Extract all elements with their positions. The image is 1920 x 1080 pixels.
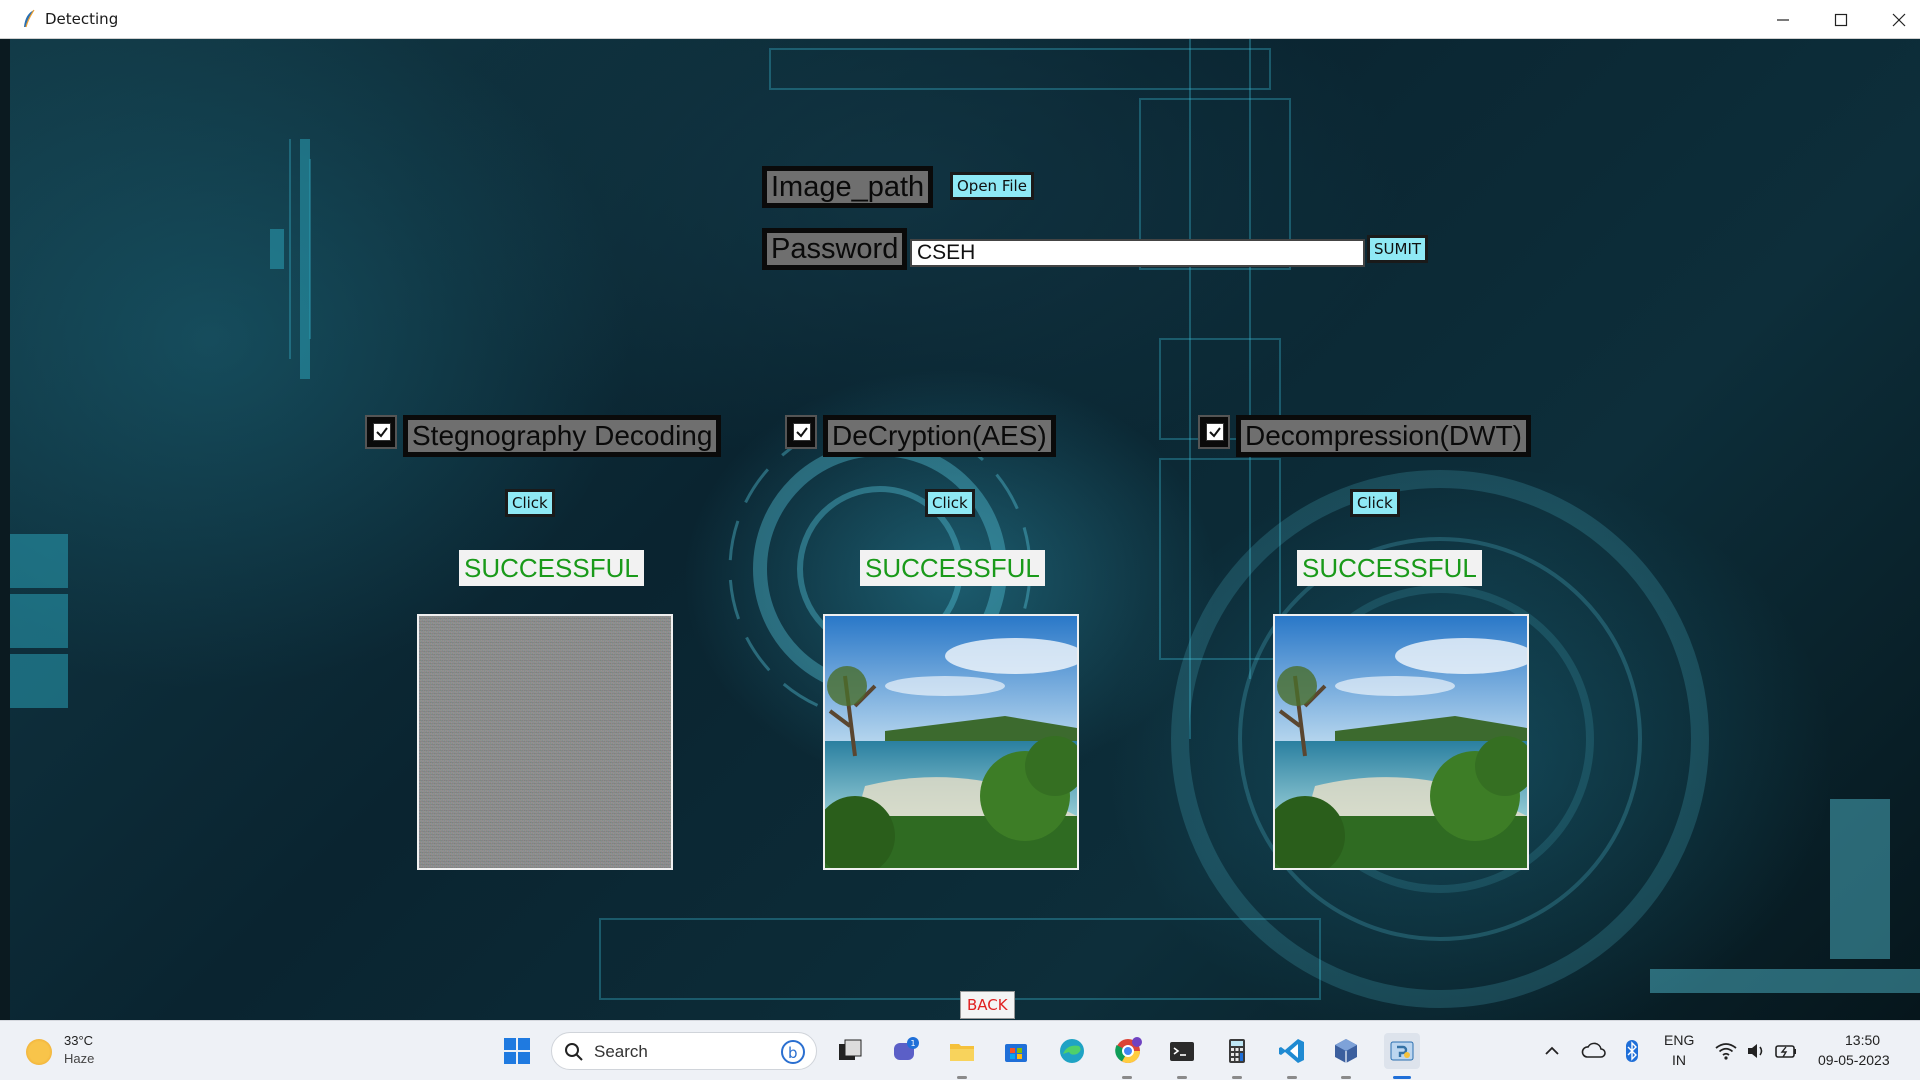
folder-icon <box>950 1044 974 1061</box>
chrome-button[interactable] <box>1110 1033 1146 1069</box>
taskbar-search[interactable]: Search b <box>551 1032 817 1070</box>
vscode-button[interactable] <box>1274 1033 1310 1069</box>
windows-icon <box>504 1038 530 1064</box>
virtualbox-button[interactable] <box>1328 1033 1364 1069</box>
chat-icon: 1 <box>894 1037 919 1060</box>
feather-icon <box>24 9 35 28</box>
decryption-status: SUCCESSFUL <box>860 550 1045 586</box>
maximize-icon <box>1834 13 1848 26</box>
store-icon <box>1005 1044 1027 1062</box>
running-indicator <box>1341 1076 1351 1079</box>
python-app-button[interactable] <box>1384 1033 1420 1069</box>
svg-text:b: b <box>788 1044 798 1062</box>
maximize-button[interactable] <box>1812 0 1870 39</box>
minimize-button[interactable] <box>1754 0 1812 39</box>
decryption-output-image <box>823 614 1079 870</box>
running-indicator <box>1122 1076 1132 1079</box>
bluetooth-button[interactable] <box>1614 1033 1650 1069</box>
calculator-button[interactable] <box>1219 1033 1255 1069</box>
running-indicator <box>957 1076 967 1079</box>
submit-button[interactable]: SUMIT <box>1367 235 1429 263</box>
decompression-output-image <box>1273 614 1529 870</box>
start-button[interactable] <box>499 1033 535 1069</box>
edge-button[interactable] <box>1054 1033 1090 1069</box>
close-icon <box>1892 13 1906 26</box>
coastal-photo <box>1275 616 1527 868</box>
steganography-output-image <box>417 614 673 870</box>
checkbox-box <box>1206 423 1224 441</box>
terminal-icon <box>1170 1042 1194 1061</box>
decryption-checkbox[interactable] <box>785 415 817 449</box>
calculator-icon <box>1229 1039 1245 1063</box>
steganography-status: SUCCESSFUL <box>459 550 644 586</box>
python-window-icon <box>1390 1041 1414 1061</box>
weather-temperature: 33°C <box>64 1033 94 1048</box>
title-bar: Detecting <box>0 0 1920 39</box>
active-indicator <box>1393 1076 1411 1079</box>
chat-badge: 1 <box>911 1039 916 1048</box>
decompression-checkbox[interactable] <box>1198 415 1230 449</box>
wifi-icon <box>1715 1043 1737 1060</box>
window-border <box>0 39 10 1020</box>
image-path-label: Image_path <box>762 166 934 208</box>
noise-image <box>419 616 671 868</box>
running-indicator <box>1287 1076 1297 1079</box>
clock-date[interactable]: 09-05-2023 <box>1818 1052 1890 1068</box>
language-region[interactable]: IN <box>1672 1052 1686 1068</box>
checkbox-box <box>373 423 391 441</box>
steganography-checkbox[interactable] <box>365 415 397 449</box>
microsoft-store-button[interactable] <box>998 1033 1034 1069</box>
file-explorer-button[interactable] <box>944 1033 980 1069</box>
taskbar: 33°C Haze Search b 1 ENG IN 13:50 09-05-… <box>0 1020 1920 1080</box>
teams-chat-button[interactable]: 1 <box>888 1033 924 1069</box>
decompression-dwt-label: Decompression(DWT) <box>1236 415 1531 457</box>
checkmark-icon <box>376 427 388 438</box>
chrome-icon <box>1115 1037 1142 1064</box>
decompression-status: SUCCESSFUL <box>1297 550 1482 586</box>
speaker-icon <box>1748 1044 1763 1058</box>
password-label: Password <box>762 228 908 270</box>
search-label: Search <box>594 1042 648 1061</box>
minimize-icon <box>1777 18 1789 21</box>
decompression-click-button[interactable]: Click <box>1350 489 1400 517</box>
vscode-icon <box>1279 1039 1304 1063</box>
weather-condition: Haze <box>64 1051 95 1066</box>
cube-icon <box>1335 1039 1357 1063</box>
search-icon <box>565 1043 583 1061</box>
steganography-decoding-label: Stegnography Decoding <box>403 415 722 457</box>
clock-time[interactable]: 13:50 <box>1845 1032 1880 1048</box>
edge-icon <box>1060 1039 1084 1063</box>
checkbox-box <box>793 423 811 441</box>
running-indicator <box>1232 1076 1242 1079</box>
chevron-up-icon <box>1545 1046 1559 1055</box>
show-hidden-icons-button[interactable] <box>1534 1033 1570 1069</box>
password-input[interactable]: CSEH <box>910 239 1365 267</box>
close-button[interactable] <box>1870 0 1920 39</box>
coastal-photo <box>825 616 1077 868</box>
battery-charging-icon <box>1775 1045 1796 1058</box>
window-title: Detecting <box>45 10 119 28</box>
back-button[interactable]: BACK <box>960 991 1015 1019</box>
bluetooth-icon <box>1626 1040 1638 1062</box>
onedrive-button[interactable] <box>1576 1033 1612 1069</box>
language-code[interactable]: ENG <box>1664 1032 1694 1048</box>
cloud-sync-icon <box>1581 1042 1606 1058</box>
running-indicator <box>1177 1076 1187 1079</box>
task-view-icon <box>839 1039 862 1060</box>
decryption-aes-label: DeCryption(AES) <box>823 415 1056 457</box>
open-file-button[interactable]: Open File <box>950 172 1034 200</box>
decryption-click-button[interactable]: Click <box>925 489 975 517</box>
bing-icon: b <box>781 1040 805 1064</box>
app-canvas: Image_path Open File Password CSEH SUMIT… <box>10 39 1920 1020</box>
checkmark-icon <box>1209 427 1221 438</box>
battery-button[interactable] <box>1768 1033 1804 1069</box>
task-view-button[interactable] <box>832 1033 868 1069</box>
steganography-click-button[interactable]: Click <box>505 489 555 517</box>
terminal-button[interactable] <box>1164 1033 1200 1069</box>
sun-haze-icon <box>26 1039 52 1065</box>
checkmark-icon <box>796 427 808 438</box>
